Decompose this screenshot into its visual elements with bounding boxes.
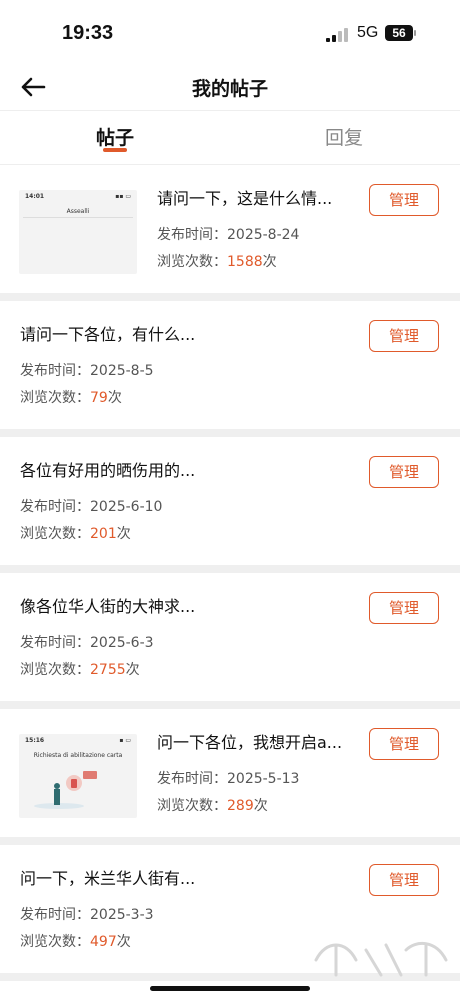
date-label: 发布时间： bbox=[20, 499, 90, 515]
post-views: 浏览次数：201次 bbox=[20, 523, 131, 543]
views-label: 浏览次数： bbox=[20, 390, 90, 406]
views-label: 浏览次数： bbox=[157, 798, 227, 814]
nav-header: 我的帖子 bbox=[0, 64, 460, 111]
post-date: 发布时间：2025-8-5 bbox=[20, 360, 154, 380]
views-suffix: 次 bbox=[125, 662, 140, 678]
thumb-status-bar: ▪ ▭ 15:16 bbox=[19, 734, 137, 750]
date-value: 2025-8-5 bbox=[90, 363, 154, 379]
separator bbox=[0, 429, 460, 437]
thumb-caption: Assealli bbox=[66, 208, 90, 215]
tab-posts[interactable]: 帖子 bbox=[96, 123, 134, 150]
page-title: 我的帖子 bbox=[191, 78, 268, 100]
post-item[interactable]: ▪ ▭ 15:16 Richiesta di abilitazione carta… bbox=[0, 709, 460, 837]
views-suffix: 次 bbox=[253, 798, 268, 814]
post-list: ▪▪ ▭ 14:01 Assealli 请问一下，这是什么情... 发布时间：20… bbox=[0, 165, 460, 981]
post-views: 浏览次数：1588次 bbox=[157, 251, 277, 271]
views-count: 497 bbox=[90, 934, 117, 950]
views-label: 浏览次数： bbox=[20, 662, 90, 678]
views-count: 2755 bbox=[90, 662, 126, 678]
home-indicator bbox=[150, 986, 310, 991]
status-time: 19:33 bbox=[62, 22, 114, 44]
post-views: 浏览次数：497次 bbox=[20, 931, 131, 951]
thumb-illustration bbox=[34, 771, 97, 809]
separator bbox=[0, 293, 460, 301]
signal-icon bbox=[326, 28, 348, 42]
separator bbox=[0, 701, 460, 709]
date-label: 发布时间： bbox=[157, 227, 227, 243]
date-value: 2025-6-10 bbox=[90, 499, 163, 515]
post-date: 发布时间：2025-5-13 bbox=[157, 768, 299, 788]
post-item[interactable]: 像各位华人街的大神求... 发布时间：2025-6-3 浏览次数：2755次 管… bbox=[0, 573, 460, 701]
date-label: 发布时间： bbox=[157, 771, 227, 787]
date-value: 2025-3-3 bbox=[90, 907, 154, 923]
post-thumbnail[interactable]: ▪▪ ▭ 14:01 Assealli bbox=[19, 190, 137, 274]
views-suffix: 次 bbox=[116, 526, 131, 542]
tab-active-indicator bbox=[103, 148, 127, 152]
views-suffix: 次 bbox=[116, 934, 131, 950]
views-suffix: 次 bbox=[107, 390, 122, 406]
battery-icon: 56 bbox=[385, 25, 413, 41]
post-title[interactable]: 像各位华人街的大神求... bbox=[20, 593, 195, 617]
post-thumbnail[interactable]: ▪ ▭ 15:16 Richiesta di abilitazione carta bbox=[19, 734, 137, 818]
battery-tip bbox=[414, 30, 416, 36]
post-date: 发布时间：2025-6-10 bbox=[20, 496, 162, 516]
views-label: 浏览次数： bbox=[157, 254, 227, 270]
post-item[interactable]: ▪▪ ▭ 14:01 Assealli 请问一下，这是什么情... 发布时间：20… bbox=[0, 165, 460, 293]
manage-button[interactable]: 管理 bbox=[369, 592, 439, 624]
views-count: 79 bbox=[90, 390, 108, 406]
date-value: 2025-6-3 bbox=[90, 635, 154, 651]
post-views: 浏览次数：79次 bbox=[20, 387, 122, 407]
date-label: 发布时间： bbox=[20, 635, 90, 651]
views-count: 289 bbox=[227, 798, 254, 814]
date-label: 发布时间： bbox=[20, 363, 90, 379]
views-count: 1588 bbox=[227, 254, 263, 270]
thumb-status-time: 15:16 bbox=[25, 737, 45, 744]
separator bbox=[0, 565, 460, 573]
manage-button[interactable]: 管理 bbox=[369, 456, 439, 488]
post-title[interactable]: 问一下，米兰华人街有... bbox=[20, 865, 195, 889]
views-count: 201 bbox=[90, 526, 117, 542]
thumb-status-icons: ▪ ▭ bbox=[119, 737, 131, 744]
watermark-logo bbox=[314, 941, 448, 977]
post-title[interactable]: 各位有好用的晒伤用的... bbox=[20, 457, 195, 481]
network-label: 5G bbox=[357, 24, 379, 41]
views-label: 浏览次数： bbox=[20, 526, 90, 542]
post-date: 发布时间：2025-8-24 bbox=[157, 224, 299, 244]
date-value: 2025-8-24 bbox=[227, 227, 300, 243]
manage-button[interactable]: 管理 bbox=[369, 728, 439, 760]
post-date: 发布时间：2025-3-3 bbox=[20, 904, 154, 924]
thumb-status-icons: ▪▪ ▭ bbox=[115, 193, 131, 200]
thumb-status-bar: ▪▪ ▭ 14:01 bbox=[19, 190, 137, 206]
post-title[interactable]: 请问一下，这是什么情... bbox=[157, 185, 332, 209]
post-item[interactable]: 请问一下各位，有什么... 发布时间：2025-8-5 浏览次数：79次 管理 bbox=[0, 301, 460, 429]
views-suffix: 次 bbox=[262, 254, 277, 270]
status-bar: 19:33 5G 56 bbox=[0, 0, 460, 64]
post-views: 浏览次数：2755次 bbox=[20, 659, 140, 679]
tab-replies[interactable]: 回复 bbox=[325, 123, 363, 150]
post-title[interactable]: 请问一下各位，有什么... bbox=[20, 321, 195, 345]
separator bbox=[0, 837, 460, 845]
post-title[interactable]: 问一下各位，我想开启a... bbox=[157, 729, 342, 753]
date-label: 发布时间： bbox=[20, 907, 90, 923]
manage-button[interactable]: 管理 bbox=[369, 864, 439, 896]
post-date: 发布时间：2025-6-3 bbox=[20, 632, 154, 652]
manage-button[interactable]: 管理 bbox=[369, 320, 439, 352]
date-value: 2025-5-13 bbox=[227, 771, 300, 787]
thumb-status-time: 14:01 bbox=[25, 193, 45, 200]
manage-button[interactable]: 管理 bbox=[369, 184, 439, 216]
thumb-divider bbox=[23, 217, 133, 218]
tab-bar: 帖子 回复 bbox=[0, 111, 460, 165]
post-item[interactable]: 各位有好用的晒伤用的... 发布时间：2025-6-10 浏览次数：201次 管… bbox=[0, 437, 460, 565]
thumb-caption: Richiesta di abilitazione carta bbox=[33, 752, 123, 759]
views-label: 浏览次数： bbox=[20, 934, 90, 950]
post-views: 浏览次数：289次 bbox=[157, 795, 268, 815]
